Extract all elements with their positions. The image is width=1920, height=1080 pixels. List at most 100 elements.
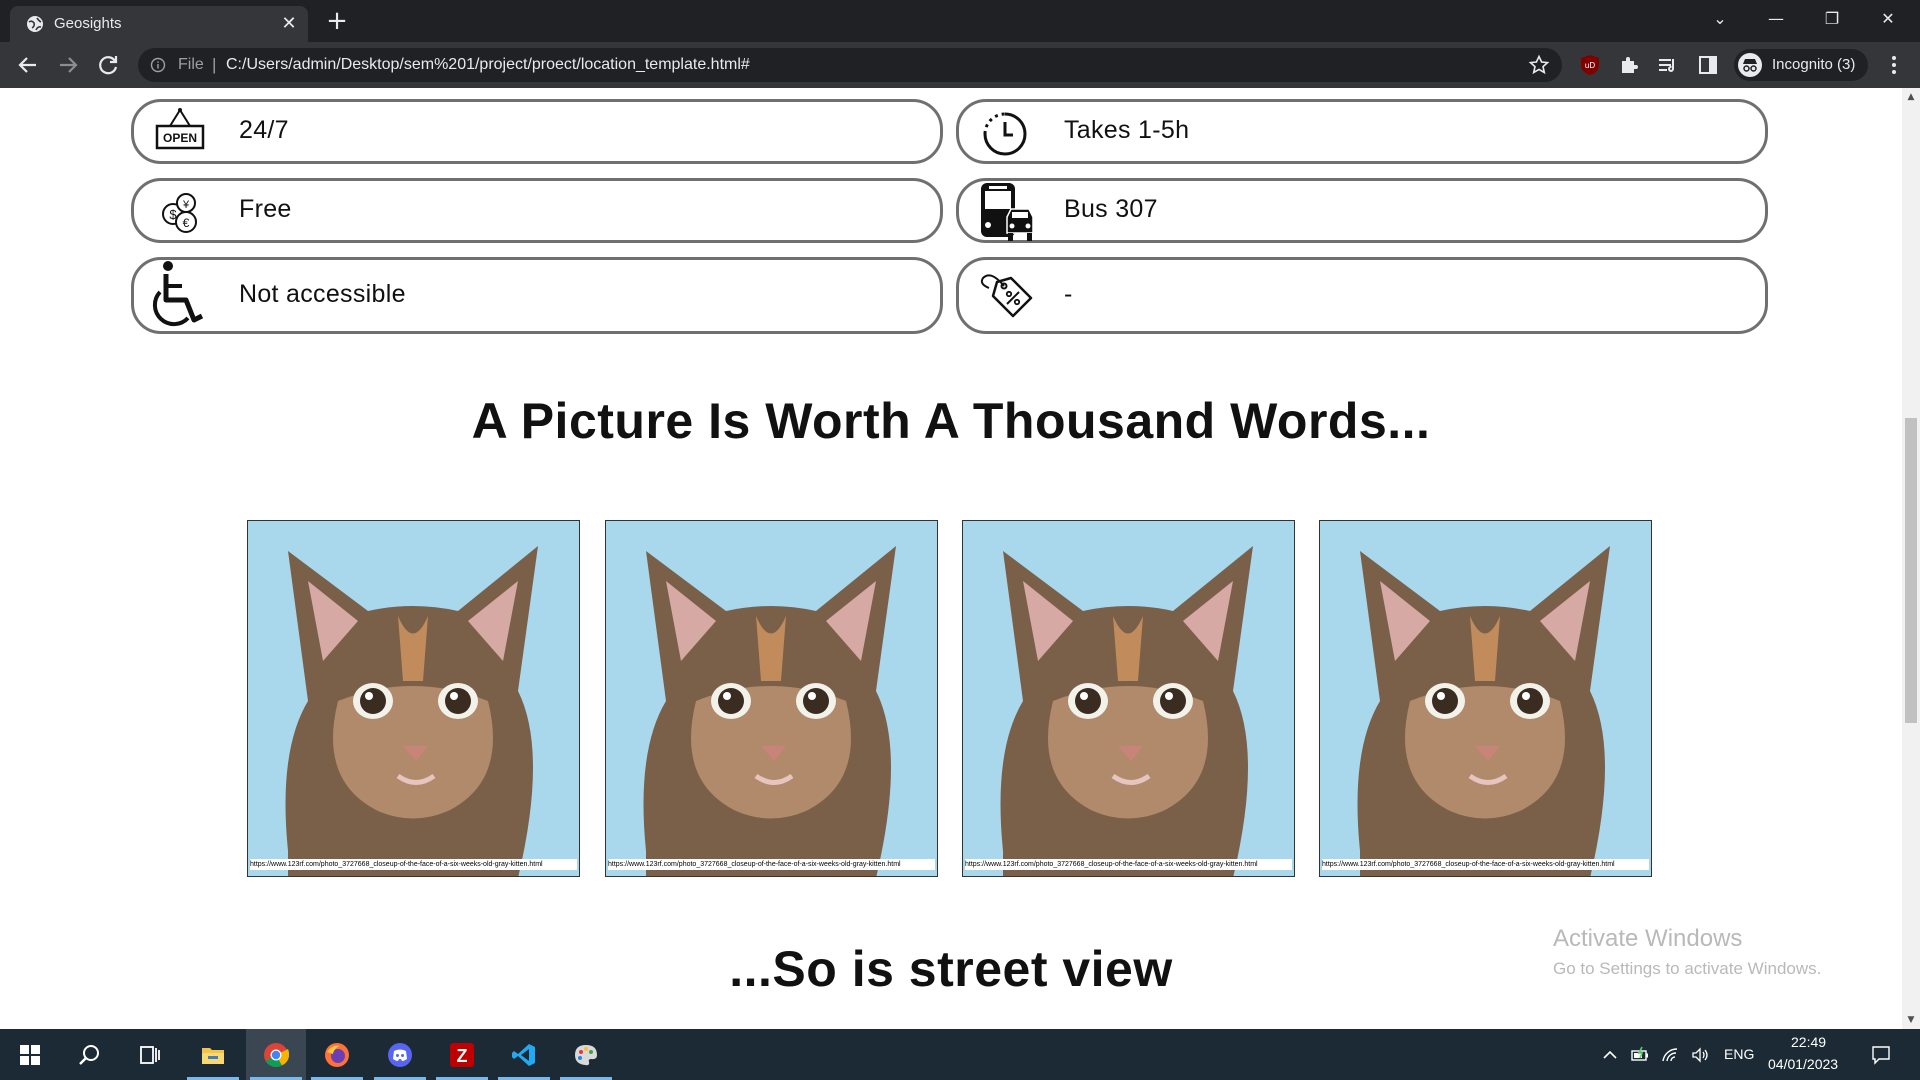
chevron-up-icon[interactable] <box>1600 1045 1620 1065</box>
url-text[interactable]: C:/Users/admin/Desktop/sem%201/project/p… <box>226 56 750 74</box>
tab-title: Geosights <box>54 15 122 32</box>
search-icon <box>79 1045 99 1065</box>
input-language[interactable]: ENG <box>1724 1046 1754 1062</box>
file-explorer-button[interactable] <box>183 1029 243 1080</box>
discount-text: - <box>1064 280 1073 308</box>
incognito-label: Incognito (3) <box>1772 56 1856 73</box>
task-view-icon <box>140 1046 160 1064</box>
extensions-puzzle-icon[interactable] <box>1617 53 1641 77</box>
bus-car-icon <box>981 183 1034 241</box>
tab-close-icon[interactable]: ✕ <box>278 13 300 35</box>
svg-text:€: € <box>183 216 190 230</box>
restore-button[interactable]: ❐ <box>1804 0 1860 38</box>
address-bar[interactable]: File | C:/Users/admin/Desktop/sem%201/pr… <box>138 48 1562 82</box>
task-view-button[interactable] <box>120 1029 180 1080</box>
volume-icon[interactable] <box>1690 1045 1710 1065</box>
tab-geosights[interactable]: Geosights ✕ <box>10 6 308 42</box>
filezilla-icon: Z <box>450 1043 474 1067</box>
gallery-photo[interactable]: https://www.123rf.com/photo_3727668_clos… <box>605 520 938 877</box>
browser-toolbar: File | C:/Users/admin/Desktop/sem%201/pr… <box>0 42 1920 88</box>
transport-text: Bus 307 <box>1064 195 1158 223</box>
back-arrow-icon[interactable] <box>14 51 42 79</box>
incognito-icon <box>1738 53 1762 77</box>
wifi-icon[interactable] <box>1660 1045 1680 1065</box>
vscode-icon <box>512 1044 535 1066</box>
info-accessibility: Not accessible <box>131 257 943 334</box>
firefox-icon <box>325 1043 349 1067</box>
info-icon[interactable] <box>150 57 166 73</box>
hours-text: 24/7 <box>239 116 289 144</box>
windows-taskbar: Z ENG 22:49 04/01/2023 <box>0 1029 1920 1080</box>
clock-time[interactable]: 22:49 <box>1791 1034 1826 1050</box>
page-content: OPEN 24/7 Takes 1-5h $ ¥ € Free Bus 307 … <box>0 88 1902 1029</box>
discord-taskbar-button[interactable] <box>370 1029 430 1080</box>
wheelchair-icon <box>152 261 204 327</box>
paint-taskbar-button[interactable] <box>556 1029 616 1080</box>
globe-icon <box>27 16 43 32</box>
windows-logo-icon <box>20 1045 40 1065</box>
page-scrollbar[interactable]: ▲ ▼ <box>1902 88 1920 1029</box>
info-price: $ ¥ € Free <box>131 178 943 243</box>
info-transport: Bus 307 <box>956 178 1768 243</box>
clock-icon <box>983 112 1027 156</box>
kitten-photo-icon <box>963 521 1294 876</box>
vscode-taskbar-button[interactable] <box>494 1029 554 1080</box>
ublock-origin-icon[interactable]: uD <box>1578 53 1602 77</box>
price-tag-icon <box>980 274 1033 318</box>
photo-credit: https://www.123rf.com/photo_3727668_clos… <box>965 859 1292 870</box>
kitten-photo-icon <box>248 521 579 876</box>
bookmark-star-icon[interactable] <box>1528 54 1550 76</box>
activate-windows-title: Activate Windows <box>1553 925 1743 952</box>
reload-icon[interactable] <box>94 51 122 79</box>
tab-search-icon[interactable]: ⌄ <box>1692 0 1748 38</box>
battery-charging-icon[interactable] <box>1630 1045 1650 1065</box>
coins-icon: $ ¥ € <box>162 193 197 233</box>
accessibility-text: Not accessible <box>239 280 406 308</box>
activate-windows-subtitle: Go to Settings to activate Windows. <box>1553 959 1822 978</box>
new-tab-button[interactable]: + <box>322 6 352 36</box>
chrome-icon <box>264 1043 289 1068</box>
notifications-icon[interactable] <box>1870 1044 1892 1066</box>
photo-credit: https://www.123rf.com/photo_3727668_clos… <box>250 859 577 870</box>
photo-credit: https://www.123rf.com/photo_3727668_clos… <box>608 859 935 870</box>
svg-text:uD: uD <box>1585 61 1595 70</box>
folder-icon <box>202 1048 224 1064</box>
chrome-menu-icon[interactable] <box>1884 52 1904 78</box>
chrome-taskbar-button[interactable] <box>246 1029 306 1080</box>
minimize-button[interactable]: — <box>1748 0 1804 38</box>
gallery-photo[interactable]: https://www.123rf.com/photo_3727668_clos… <box>247 520 580 877</box>
search-button[interactable] <box>60 1029 120 1080</box>
info-duration: Takes 1-5h <box>956 99 1768 164</box>
side-panel-icon[interactable] <box>1696 53 1720 77</box>
clock-date[interactable]: 04/01/2023 <box>1768 1056 1838 1072</box>
start-button[interactable] <box>0 1029 60 1080</box>
open-sign-icon: OPEN <box>155 108 205 150</box>
url-separator: | <box>212 55 217 74</box>
price-text: Free <box>239 195 292 223</box>
media-queue-icon[interactable] <box>1656 53 1680 77</box>
svg-text:¥: ¥ <box>182 199 190 211</box>
info-discount: - <box>956 257 1768 334</box>
incognito-profile-button[interactable]: Incognito (3) <box>1734 49 1868 81</box>
close-window-button[interactable]: ✕ <box>1860 0 1916 38</box>
kitten-photo-icon <box>606 521 937 876</box>
gallery-photo[interactable]: https://www.123rf.com/photo_3727668_clos… <box>1319 520 1652 877</box>
filezilla-taskbar-button[interactable]: Z <box>432 1029 492 1080</box>
firefox-taskbar-button[interactable] <box>307 1029 367 1080</box>
photo-credit: https://www.123rf.com/photo_3727668_clos… <box>1322 859 1649 870</box>
forward-arrow-icon[interactable] <box>54 51 82 79</box>
duration-text: Takes 1-5h <box>1064 116 1190 144</box>
kitten-photo-icon <box>1320 521 1651 876</box>
discord-icon <box>388 1043 412 1067</box>
svg-text:OPEN: OPEN <box>163 131 197 145</box>
url-scheme-label: File <box>178 56 204 73</box>
scroll-up-arrow-icon[interactable]: ▲ <box>1906 92 1916 102</box>
browser-tab-strip: Geosights ✕ + ⌄ — ❐ ✕ <box>0 0 1920 42</box>
scroll-down-arrow-icon[interactable]: ▼ <box>1906 1015 1916 1025</box>
gallery-title: A Picture Is Worth A Thousand Words... <box>471 393 1431 449</box>
info-hours: OPEN 24/7 <box>131 99 943 164</box>
scroll-thumb[interactable] <box>1905 418 1917 723</box>
paint-palette-icon <box>575 1045 597 1066</box>
gallery-photo[interactable]: https://www.123rf.com/photo_3727668_clos… <box>962 520 1295 877</box>
svg-text:Z: Z <box>457 1046 468 1066</box>
